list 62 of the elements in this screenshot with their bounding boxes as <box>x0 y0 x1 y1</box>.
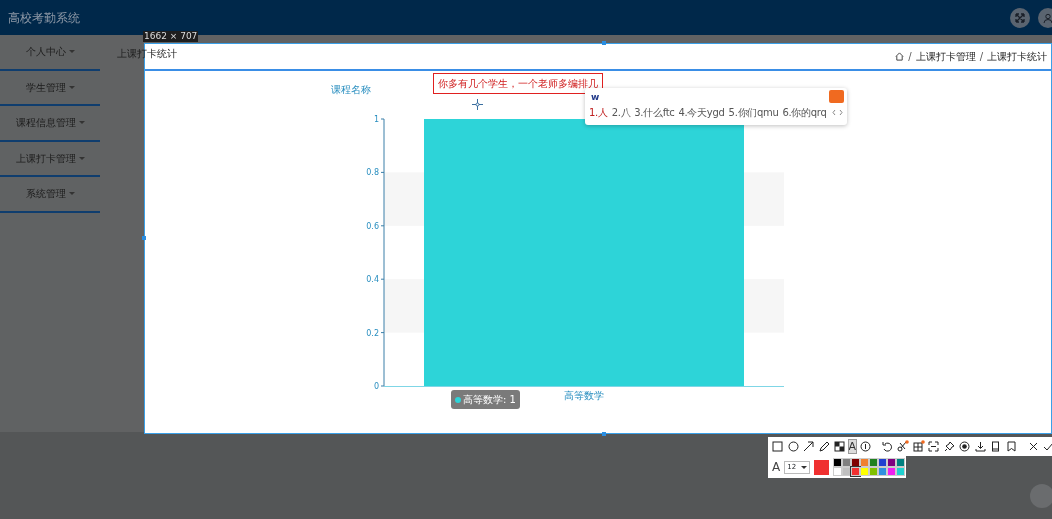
bookmark-icon[interactable] <box>1004 440 1018 453</box>
color-swatch[interactable] <box>887 467 897 476</box>
color-swatch[interactable] <box>860 458 870 467</box>
axis-tick-label: 0.8 <box>366 168 379 178</box>
color-swatch[interactable] <box>896 458 906 467</box>
grid-dot-icon[interactable] <box>911 440 925 453</box>
home-icon[interactable] <box>895 52 905 61</box>
breadcrumb-separator: / <box>979 50 983 64</box>
ime-candidate[interactable]: 5.你们qmu <box>728 105 779 120</box>
ime-candidate[interactable]: 4.今天ygd <box>678 105 725 120</box>
expand-icon[interactable] <box>1015 12 1025 23</box>
chart-tooltip: 高等数学: 1 <box>451 390 520 409</box>
color-swatch[interactable] <box>842 458 852 467</box>
ime-candidate[interactable]: 6.你的qrq <box>782 105 827 120</box>
axis-tick-label: 0.2 <box>366 328 379 338</box>
axis-tick-label: 0 <box>373 382 379 391</box>
circle-icon[interactable] <box>786 440 800 453</box>
ime-candidate[interactable]: 3.什么ftc <box>634 105 675 120</box>
arrow-icon[interactable] <box>802 440 815 453</box>
user-icon[interactable] <box>1043 12 1052 23</box>
color-swatch[interactable] <box>851 467 861 476</box>
breadcrumb-current: 上课打卡统计 <box>987 50 1047 64</box>
font-size-label: A <box>772 459 781 476</box>
color-swatch[interactable] <box>878 467 888 476</box>
color-swatch[interactable] <box>833 467 843 476</box>
axis-tick-label: 0.6 <box>366 221 379 231</box>
annotation-text-box[interactable]: 你多有几个学生，一个老师多编排几 <box>433 73 603 94</box>
undo-icon[interactable] <box>880 440 894 453</box>
breadcrumb-separator: / <box>908 50 912 64</box>
crosshair-cursor-icon <box>472 99 483 110</box>
user-button[interactable] <box>1038 7 1052 28</box>
page-arrows-icon[interactable] <box>832 109 843 116</box>
color-swatch[interactable] <box>869 467 879 476</box>
scissors-dot-icon[interactable] <box>896 440 910 453</box>
resize-handle[interactable] <box>142 236 146 240</box>
download-icon[interactable] <box>973 440 987 453</box>
chart-title: 课程名称 <box>331 84 371 95</box>
square-icon[interactable] <box>771 440 784 453</box>
text-tool-button[interactable]: A <box>848 440 857 453</box>
color-swatch[interactable] <box>833 458 843 467</box>
axis-category-label: 高等数学 <box>564 390 604 401</box>
current-color-swatch[interactable] <box>814 459 830 475</box>
color-swatch[interactable] <box>887 458 897 467</box>
axis-tick-label: 0.4 <box>366 275 379 285</box>
axis-tick-label: 1 <box>373 115 379 124</box>
resize-handle[interactable] <box>602 41 606 45</box>
ime-candidate[interactable]: 2.八 <box>611 105 631 120</box>
size-label: 1662 × 707 <box>143 31 199 42</box>
pencil-icon[interactable] <box>817 440 831 453</box>
color-swatch[interactable] <box>869 458 879 467</box>
frame-expand-icon[interactable] <box>927 440 941 453</box>
pin-icon[interactable] <box>942 440 956 453</box>
color-swatch[interactable] <box>860 467 870 476</box>
color-swatch[interactable] <box>878 458 888 467</box>
fullscreen-button[interactable] <box>1010 7 1030 28</box>
breadcrumb-link[interactable]: 上课打卡管理 <box>915 49 976 64</box>
checker-icon[interactable] <box>833 440 846 453</box>
color-swatch[interactable] <box>896 467 906 476</box>
app-title: 高校考勤系统 <box>8 9 80 27</box>
record-icon[interactable] <box>958 440 972 453</box>
ime-candidate[interactable]: 1.人 <box>589 105 608 120</box>
resize-handle[interactable] <box>602 432 606 436</box>
